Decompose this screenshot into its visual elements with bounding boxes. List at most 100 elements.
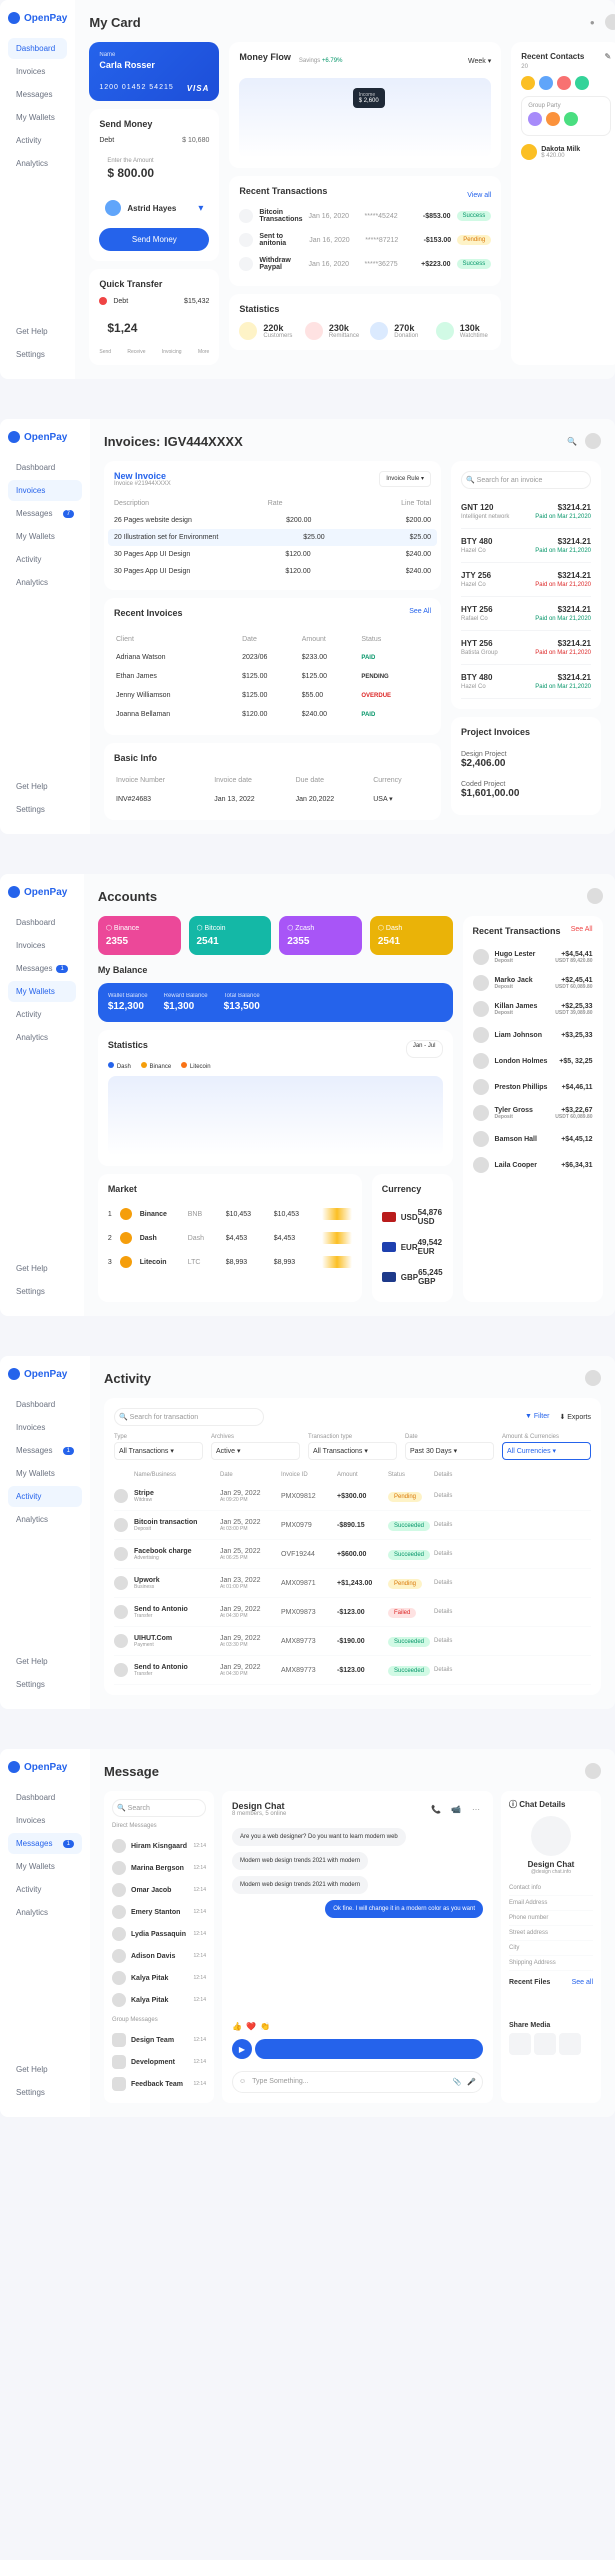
crypto-card[interactable]: ⬡ Zcash2355 — [279, 916, 362, 955]
send-money-button[interactable]: Send Money — [99, 228, 209, 251]
chat-contact[interactable]: Marina Bergson12:14 — [112, 1857, 206, 1879]
invoice-side-item[interactable]: BTY 480$3214.21Hazel CoPaid on Mar 21,20… — [461, 665, 591, 699]
logo[interactable]: OpenPay — [8, 12, 67, 24]
more-icon[interactable]: ⋯ — [469, 1802, 483, 1816]
nav-activity[interactable]: Activity — [8, 1486, 82, 1507]
nav-analytics[interactable]: Analytics — [8, 572, 82, 593]
recent-tx-row[interactable]: Tyler GrossDeposit+$3,22,67USDT 60,089.8… — [473, 1100, 593, 1126]
crypto-card[interactable]: ⬡ Binance2355 — [98, 916, 181, 955]
chat-contact[interactable]: Kalya Pitak12:14 — [112, 1989, 206, 2011]
transaction-row[interactable]: Sent to anitoniaJan 16, 2020*****87212-$… — [239, 228, 491, 252]
market-row[interactable]: 2DashDash$4,453$4,453 — [108, 1226, 352, 1250]
search-input[interactable]: 🔍 Search for transaction — [114, 1408, 264, 1426]
recent-tx-row[interactable]: Laila Cooper+$6,34,31 — [473, 1152, 593, 1178]
user-avatar[interactable] — [605, 14, 615, 30]
video-icon[interactable]: 📹 — [449, 1802, 463, 1816]
invoice-side-item[interactable]: HYT 256$3214.21Rafael CoPaid on Mar 21,2… — [461, 597, 591, 631]
chat-contact[interactable]: Kalya Pitak12:14 — [112, 1967, 206, 1989]
recent-tx-row[interactable]: Bamson Hall+$4,45,12 — [473, 1126, 593, 1152]
week-select[interactable]: Week ▾ — [468, 57, 491, 65]
amount-input[interactable]: Enter the Amount $ 800.00 — [99, 150, 209, 188]
recent-tx-row[interactable]: Liam Johnson+$3,25,33 — [473, 1022, 593, 1048]
chat-group[interactable]: Design Team12:14 — [112, 2029, 206, 2051]
qt-amount[interactable]: $1,24 — [99, 311, 209, 343]
payee-select[interactable]: Astrid Hayes ▾ — [99, 194, 209, 222]
filter-select[interactable]: TypeAll Transactions ▾ — [114, 1434, 203, 1460]
transaction-row[interactable]: Withdraw PaypalJan 16, 2020*****36275+$2… — [239, 252, 491, 276]
export-button[interactable]: ⬇ Exports — [559, 1413, 591, 1421]
nav-settings[interactable]: Settings — [8, 344, 67, 365]
emoji-icon[interactable]: ☺ — [239, 2078, 246, 2086]
activity-row[interactable]: Send to AntonioTransferJan 29, 2022At 04… — [114, 1656, 591, 1685]
invoice-side-item[interactable]: BTY 480$3214.21Hazel CoPaid on Mar 21,20… — [461, 529, 591, 563]
chat-contact[interactable]: Lydia Passaquin12:14 — [112, 1923, 206, 1945]
chat-contact[interactable]: Omar Jacob12:14 — [112, 1879, 206, 1901]
project-item[interactable]: Coded Project$1,601,00.00 — [461, 775, 591, 805]
recent-tx-row[interactable]: Killan JamesDeposit+$2,25,33USDT 39,089.… — [473, 996, 593, 1022]
chat-contact[interactable]: Emery Stanton12:14 — [112, 1901, 206, 1923]
filter-select[interactable]: Transaction typeAll Transactions ▾ — [308, 1434, 397, 1460]
nav-wallets[interactable]: My Wallets — [8, 526, 82, 547]
invoice-line[interactable]: 30 Pages App UI Design$120.00$240.00 — [114, 546, 431, 563]
nav-analytics[interactable]: Analytics — [8, 153, 67, 174]
call-icon[interactable]: 📞 — [429, 1802, 443, 1816]
project-item[interactable]: Design Project$2,406.00 — [461, 745, 591, 775]
recent-tx-row[interactable]: London Holmes+$5, 32,25 — [473, 1048, 593, 1074]
chat-contact[interactable]: Hiram Kisngaard12:14 — [112, 1835, 206, 1857]
edit-icon[interactable]: ✎ — [605, 52, 612, 61]
activity-row[interactable]: Send to AntonioTransferJan 29, 2022At 04… — [114, 1598, 591, 1627]
crypto-card[interactable]: ⬡ Dash2541 — [370, 916, 453, 955]
nav-activity[interactable]: Activity — [8, 130, 67, 151]
nav-dashboard[interactable]: Dashboard — [8, 457, 82, 478]
mic-icon[interactable]: 🎤 — [467, 2078, 476, 2086]
nav-messages[interactable]: Messages — [8, 84, 67, 105]
chat-input[interactable]: ☺ Type Something... 📎 🎤 — [232, 2071, 483, 2093]
filter-button[interactable]: ▼ Filter — [525, 1413, 549, 1421]
nav-invoices[interactable]: Invoices — [8, 61, 67, 82]
attach-icon[interactable]: 📎 — [453, 2078, 462, 2086]
nav-help[interactable]: Get Help — [8, 321, 67, 342]
recent-invoice-row[interactable]: Ethan James$125.00$125.00PENDING — [116, 668, 429, 685]
filter-select[interactable]: ArchivesActive ▾ — [211, 1434, 300, 1460]
market-row[interactable]: 3LitecoinLTC$8,993$8,993 — [108, 1250, 352, 1274]
nav-activity[interactable]: Activity — [8, 549, 82, 570]
search-invoice[interactable]: 🔍 Search for an invoice — [461, 471, 591, 489]
invoice-line[interactable]: 30 Pages App UI Design$120.00$240.00 — [114, 563, 431, 580]
chat-group[interactable]: Feedback Team12:14 — [112, 2073, 206, 2095]
date-filter[interactable]: Jan - Jul — [406, 1040, 443, 1058]
nav-messages[interactable]: Messages7 — [8, 503, 82, 524]
recent-tx-row[interactable]: Marko JackDeposit+$2,45,41USDT 60,089.80 — [473, 970, 593, 996]
crypto-card[interactable]: ⬡ Bitcoin2541 — [189, 916, 272, 955]
recent-invoice-row[interactable]: Joanna Bellaman$120.00$240.00PAID — [116, 706, 429, 723]
activity-row[interactable]: UIHUT.ComPaymentJan 29, 2022At 03:30 PMA… — [114, 1627, 591, 1656]
filter-select[interactable]: Amount & CurrenciesAll Currencies ▾ — [502, 1434, 591, 1460]
recent-invoice-row[interactable]: Jenny Williamson$125.00$55.00OVERDUE — [116, 687, 429, 704]
recent-tx-row[interactable]: Preston Phillips+$4,46,11 — [473, 1074, 593, 1100]
activity-row[interactable]: UpworkBusinessJan 23, 2022At 01:00 PMAMX… — [114, 1569, 591, 1598]
notification-icon[interactable]: ● — [585, 15, 599, 29]
filter-select[interactable]: DatePast 30 Days ▾ — [405, 1434, 494, 1460]
invoice-side-item[interactable]: JTY 256$3214.21Hazel CoPaid on Mar 21,20… — [461, 563, 591, 597]
nav-invoices[interactable]: Invoices — [8, 480, 82, 501]
nav-messages[interactable]: Messages1 — [8, 1833, 82, 1854]
recent-invoice-row[interactable]: Adriana Watson2023/06$233.00PAID — [116, 649, 429, 666]
audio-play[interactable]: ▶ — [232, 2039, 252, 2059]
market-row[interactable]: 1BinanceBNB$10,453$10,453 — [108, 1202, 352, 1226]
invoice-line[interactable]: 26 Pages website design$200.00$200.00 — [114, 512, 431, 529]
chat-contact[interactable]: Adison Davis12:14 — [112, 1945, 206, 1967]
search-chat[interactable]: 🔍 Search — [112, 1799, 206, 1817]
recent-tx-row[interactable]: Hugo LesterDeposit+$4,54,41USDT 89,420.8… — [473, 944, 593, 970]
invoice-side-item[interactable]: GNT 120$3214.21Intelligent networkPaid o… — [461, 495, 591, 529]
nav-wallets[interactable]: My Wallets — [8, 981, 76, 1002]
invoice-side-item[interactable]: HYT 256$3214.21Batista GroupPaid on Mar … — [461, 631, 591, 665]
nav-dashboard[interactable]: Dashboard — [8, 38, 67, 59]
view-all-link[interactable]: View all — [467, 192, 491, 199]
activity-row[interactable]: Facebook chargeAdvertisingJan 25, 2022At… — [114, 1540, 591, 1569]
invoice-line[interactable]: 20 Illustration set for Environment$25.0… — [108, 529, 437, 546]
activity-row[interactable]: StripeWitdrawJan 29, 2022At 09:20 PMPMX0… — [114, 1482, 591, 1511]
invoice-rule-select[interactable]: Invoice Rule ▾ — [379, 471, 431, 487]
activity-row[interactable]: Bitcoin transactionDepositJan 25, 2022At… — [114, 1511, 591, 1540]
transaction-row[interactable]: Bitcoin TransactionsJan 16, 2020*****452… — [239, 204, 491, 228]
chat-group[interactable]: Development12:14 — [112, 2051, 206, 2073]
nav-wallets[interactable]: My Wallets — [8, 107, 67, 128]
